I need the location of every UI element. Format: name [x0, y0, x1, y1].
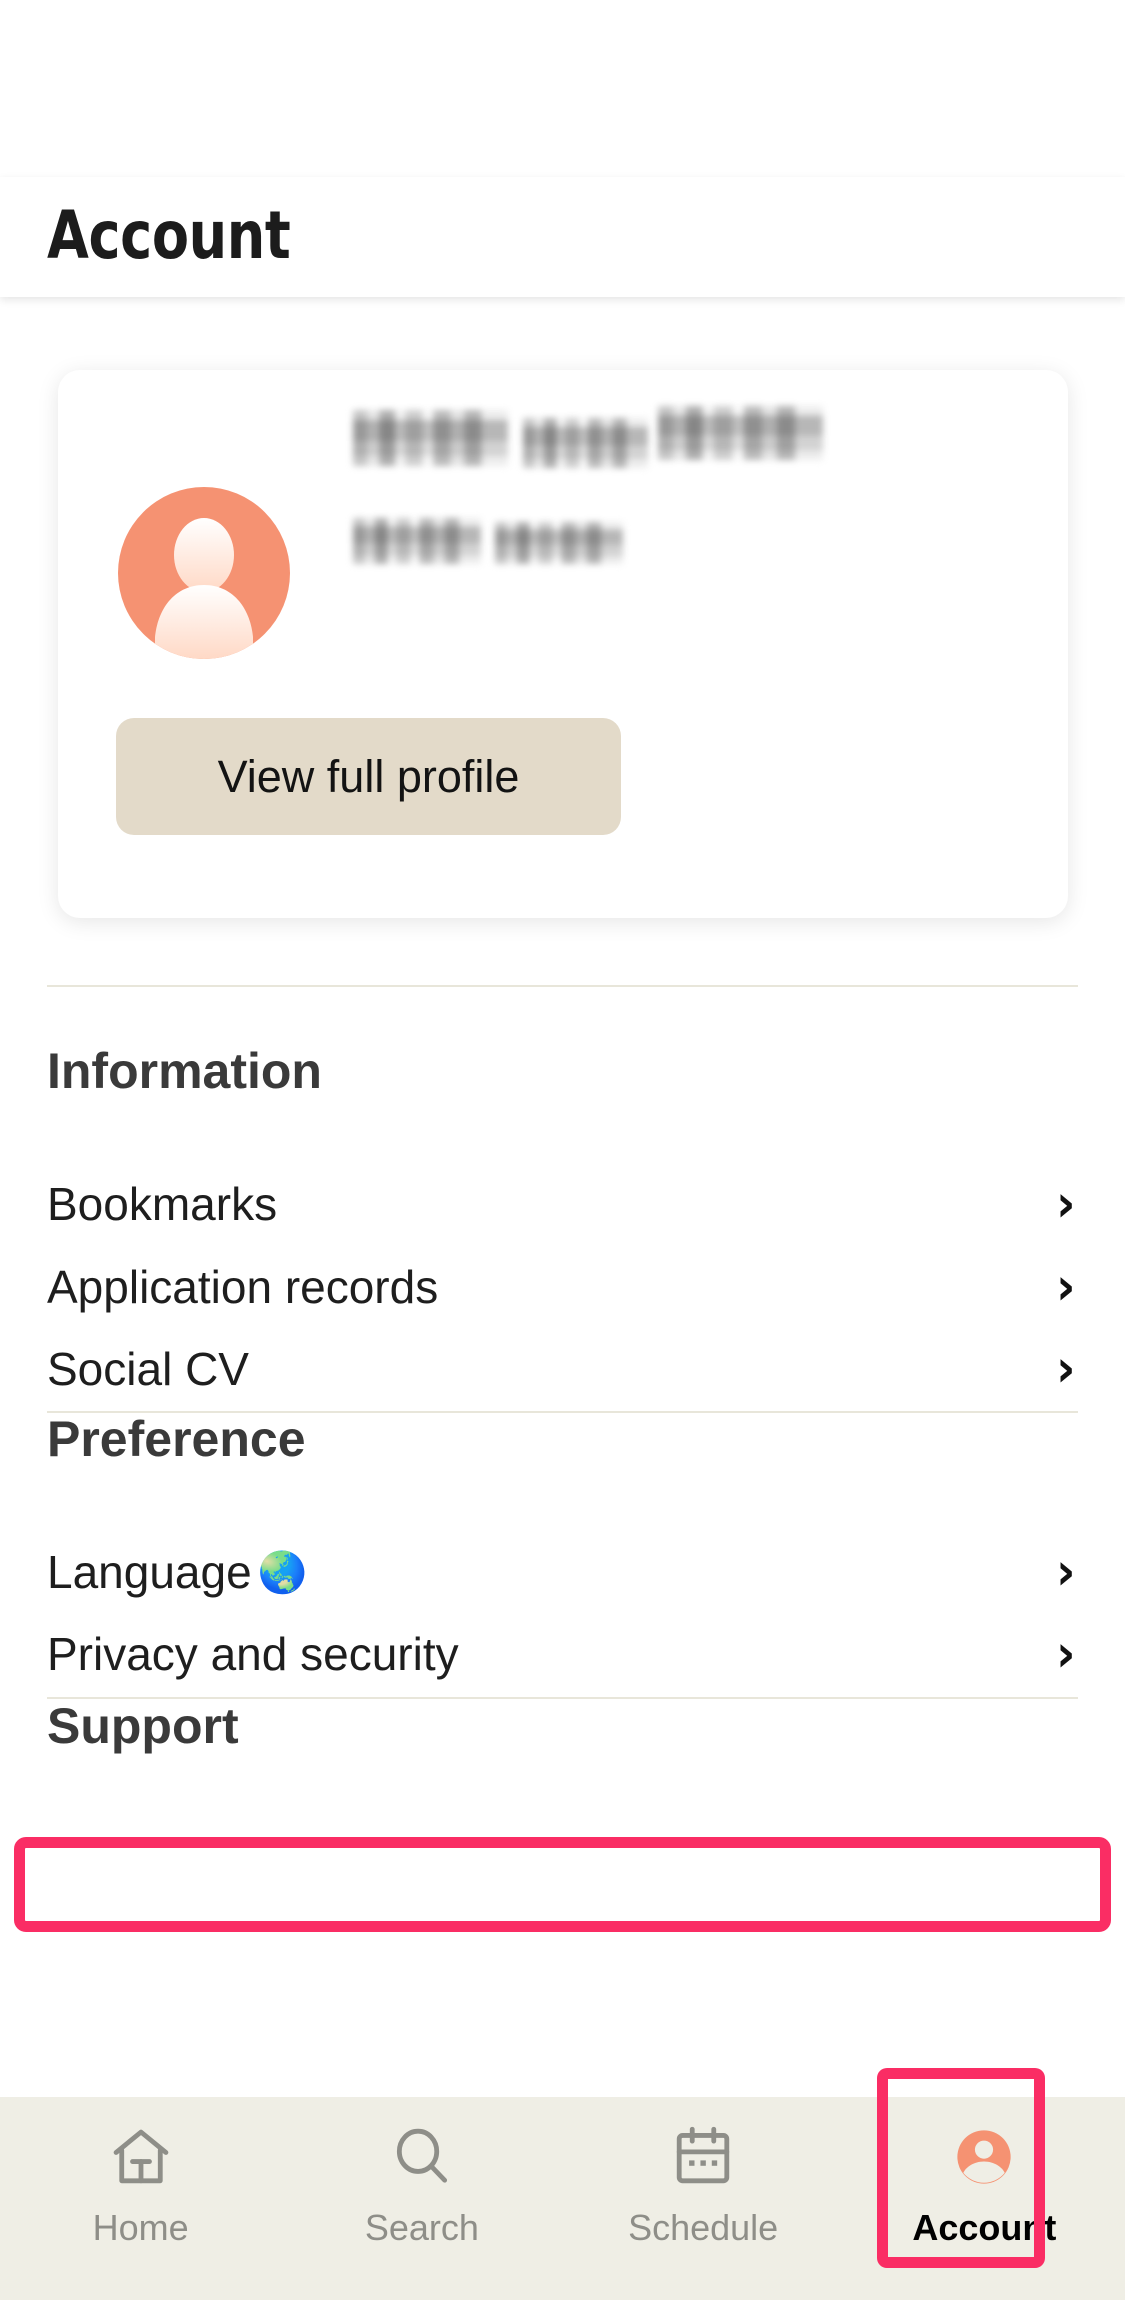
- nav-item-home[interactable]: Home: [0, 2097, 281, 2300]
- nav-label: Home: [92, 2207, 189, 2248]
- chevron-right-icon: ›: [1055, 1339, 1075, 1399]
- chevron-right-icon: ›: [1055, 1257, 1075, 1317]
- globe-icon: 🌏: [257, 1549, 308, 1596]
- page-header: Account: [0, 177, 1125, 297]
- nav-label: Search: [364, 2207, 479, 2248]
- search-icon: [396, 2128, 447, 2183]
- status-bar-area: [0, 0, 1125, 177]
- chevron-right-icon: ›: [1055, 1174, 1075, 1234]
- account-icon: [957, 2130, 1012, 2184]
- row-label: Language: [47, 1546, 252, 1598]
- row-application-records[interactable]: Application records ›: [47, 1245, 1078, 1329]
- profile-name-redacted-3: [658, 406, 823, 460]
- section-heading-preference: Preference: [47, 1411, 306, 1467]
- row-privacy-and-security[interactable]: Privacy and security ›: [47, 1612, 1078, 1696]
- nav-label: Schedule: [628, 2207, 779, 2248]
- home-icon: [113, 2129, 168, 2184]
- page-title: Account: [47, 197, 291, 274]
- nav-item-search[interactable]: Search: [281, 2097, 562, 2300]
- nav-item-account[interactable]: Account: [844, 2097, 1125, 2300]
- profile-name-redacted: [353, 410, 508, 466]
- calendar-icon: [676, 2126, 730, 2184]
- section-heading-information: Information: [47, 1043, 322, 1099]
- nav-item-schedule[interactable]: Schedule: [563, 2097, 844, 2300]
- chevron-right-icon: ›: [1055, 1542, 1075, 1602]
- row-label: Social CV: [47, 1343, 249, 1395]
- row-label: Privacy and security: [47, 1628, 459, 1680]
- profile-card[interactable]: View full profile: [58, 370, 1068, 918]
- row-label: Application records: [47, 1261, 439, 1313]
- divider-information: [47, 985, 1078, 987]
- section-heading-support: Support: [47, 1698, 239, 1754]
- profile-name-redacted-2: [523, 418, 648, 468]
- profile-email-redacted-2: [495, 522, 623, 564]
- row-bookmarks[interactable]: Bookmarks ›: [47, 1162, 1078, 1246]
- profile-email-redacted: [353, 518, 481, 564]
- account-screen: Account View full profile Information Bo…: [0, 0, 1125, 2300]
- row-label: Bookmarks: [47, 1178, 278, 1230]
- person-avatar-icon: [118, 487, 290, 659]
- row-social-cv[interactable]: Social CV ›: [47, 1327, 1078, 1411]
- bottom-navigation-bar: Home Search Schedule Account: [0, 2097, 1125, 2300]
- view-full-profile-button[interactable]: View full profile: [116, 718, 621, 835]
- nav-label: Account: [912, 2207, 1057, 2248]
- scroll-content: View full profile Information Bookmarks …: [0, 297, 1125, 2097]
- row-language[interactable]: Language 🌏 ›: [47, 1530, 1078, 1614]
- chevron-right-icon: ›: [1055, 1624, 1075, 1684]
